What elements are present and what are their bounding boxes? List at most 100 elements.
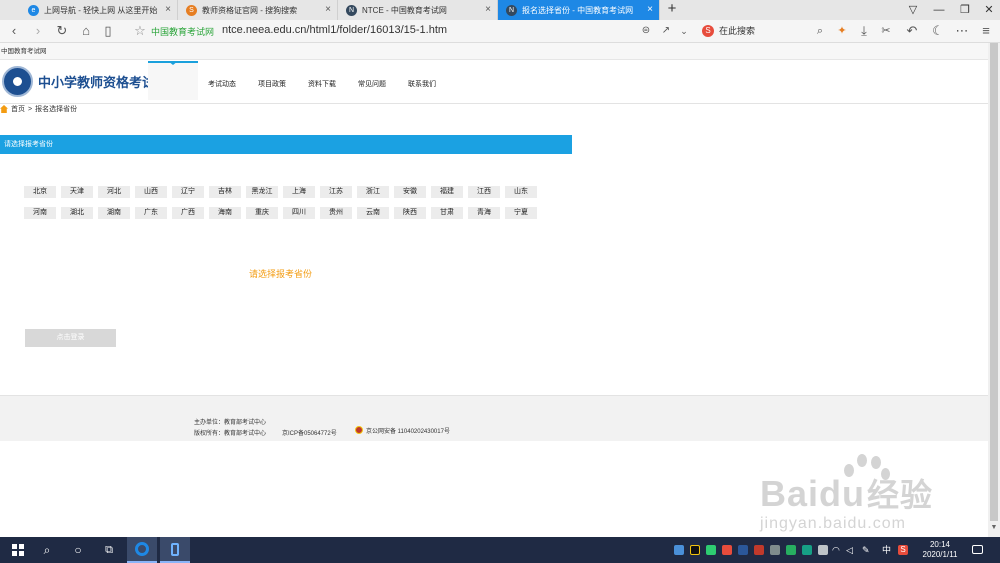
province-button[interactable]: 河南 <box>24 207 56 219</box>
pen-icon[interactable]: ✎ <box>862 545 872 555</box>
nav-news[interactable]: 考试动态 <box>208 79 236 89</box>
province-button[interactable]: 吉林 <box>209 186 241 198</box>
province-button[interactable]: 山东 <box>505 186 537 198</box>
province-button[interactable]: 安徽 <box>394 186 426 198</box>
clock[interactable]: 20:14 2020/1/11 <box>918 540 962 560</box>
browser-taskbar-icon[interactable] <box>127 537 157 563</box>
province-button[interactable]: 山西 <box>135 186 167 198</box>
minimize-button[interactable]: — <box>926 0 952 20</box>
notification-icon[interactable] <box>972 545 983 554</box>
site-logo[interactable]: 中小学教师资格考试 <box>2 66 155 97</box>
tab-sogou[interactable]: S 教师资格证官网 - 搜狗搜索 × <box>178 0 338 20</box>
more-icon[interactable]: ⋯ <box>954 23 970 39</box>
nav-contact[interactable]: 联系我们 <box>408 79 436 89</box>
tab-nav[interactable]: e 上网导航 - 轻快上网 从这里开始 × <box>20 0 178 20</box>
phone-taskbar-icon[interactable] <box>160 537 190 563</box>
new-tab-button[interactable]: + <box>664 0 680 20</box>
province-button[interactable]: 福建 <box>431 186 463 198</box>
maximize-button[interactable]: ❐ <box>952 0 978 20</box>
province-button[interactable]: 甘肃 <box>431 207 463 219</box>
nav-downloads[interactable]: 资料下载 <box>308 79 336 89</box>
breadcrumb-home[interactable]: 首页 <box>11 104 25 114</box>
tray-app-icon[interactable] <box>770 545 780 555</box>
login-button[interactable]: 点击登录 <box>25 329 116 347</box>
scroll-down-icon[interactable]: ▼ <box>988 522 1000 534</box>
footer-icp[interactable]: 京ICP备05064772号 <box>282 428 337 437</box>
close-icon[interactable]: × <box>165 4 171 15</box>
scrollbar[interactable]: ▼ <box>988 43 1000 537</box>
scroll-thumb[interactable] <box>990 43 998 521</box>
home-icon[interactable]: ⌂ <box>78 23 94 39</box>
sogou-ime-icon[interactable]: S <box>898 545 908 555</box>
night-mode-icon[interactable]: ☾ <box>930 23 946 39</box>
province-button[interactable]: 湖南 <box>98 207 130 219</box>
tray-app-icon[interactable] <box>818 545 828 555</box>
ime-indicator[interactable]: 中 <box>882 545 892 555</box>
task-view-icon[interactable]: ⧉ <box>93 537 125 563</box>
tray-app-icon[interactable] <box>674 545 684 555</box>
close-icon[interactable]: × <box>325 4 331 15</box>
province-button[interactable]: 四川 <box>283 207 315 219</box>
province-button[interactable]: 江苏 <box>320 186 352 198</box>
refresh-icon[interactable]: ↻ <box>54 23 70 39</box>
province-button[interactable]: 贵州 <box>320 207 352 219</box>
province-button[interactable]: 北京 <box>24 186 56 198</box>
province-button[interactable]: 辽宁 <box>172 186 204 198</box>
url-input[interactable]: ntce.neea.edu.cn/html1/folder/16013/15-1… <box>222 24 447 36</box>
back-icon[interactable]: ‹ <box>6 23 22 39</box>
tab-province[interactable]: N 报名选择省份 - 中国教育考试网 × <box>498 0 660 20</box>
scissors-icon[interactable]: ✂ <box>878 23 894 39</box>
wechat-icon[interactable] <box>706 545 716 555</box>
start-button[interactable] <box>2 537 34 563</box>
qq-icon[interactable] <box>690 545 700 555</box>
province-button[interactable]: 广东 <box>135 207 167 219</box>
tray-app-icon[interactable] <box>722 545 732 555</box>
download-icon[interactable]: ⤓ <box>856 23 872 39</box>
province-button[interactable]: 海南 <box>209 207 241 219</box>
province-button[interactable]: 陕西 <box>394 207 426 219</box>
search-box[interactable]: S 在此搜索 <box>702 24 755 37</box>
close-window-button[interactable]: ✕ <box>976 0 1000 20</box>
close-icon[interactable]: × <box>485 4 491 15</box>
search-input[interactable]: 在此搜索 <box>719 24 755 37</box>
tab-ntce[interactable]: N NTCE - 中国教育考试网 × <box>338 0 498 20</box>
search-icon[interactable]: ⌕ <box>812 23 828 39</box>
chevron-down-icon[interactable]: ⌄ <box>676 23 692 39</box>
close-icon[interactable]: × <box>647 4 653 15</box>
wifi-icon[interactable]: ◠ <box>832 545 842 555</box>
province-header: 请选择报考省份 <box>0 135 572 154</box>
game-icon[interactable]: ✦ <box>834 23 850 39</box>
bookmarks-icon[interactable]: ▯ <box>100 23 116 39</box>
tray-app-icon[interactable] <box>754 545 764 555</box>
star-icon[interactable]: ☆ <box>132 23 148 39</box>
reader-icon[interactable]: ⊜ <box>638 23 654 39</box>
nav-faq[interactable]: 常见问题 <box>358 79 386 89</box>
menu-icon[interactable]: ≡ <box>978 23 994 39</box>
nav-home-tab[interactable] <box>148 61 198 100</box>
volume-icon[interactable]: ◁ <box>846 545 856 555</box>
province-button[interactable]: 重庆 <box>246 207 278 219</box>
nav-policy[interactable]: 项目政策 <box>258 79 286 89</box>
skin-button[interactable]: ▽ <box>900 0 926 20</box>
province-button[interactable]: 浙江 <box>357 186 389 198</box>
search-icon[interactable]: ⌕ <box>31 537 63 563</box>
share-icon[interactable]: ↗ <box>658 23 674 39</box>
tray-app-icon[interactable] <box>802 545 812 555</box>
province-button[interactable]: 河北 <box>98 186 130 198</box>
province-button[interactable]: 黑龙江 <box>246 186 278 198</box>
province-button[interactable]: 宁夏 <box>505 207 537 219</box>
forward-icon[interactable]: › <box>30 23 46 39</box>
footer-police[interactable]: 京公网安备 11040202430017号 <box>366 426 450 435</box>
word-icon[interactable] <box>738 545 748 555</box>
province-button[interactable]: 广西 <box>172 207 204 219</box>
province-button[interactable]: 湖北 <box>61 207 93 219</box>
province-button[interactable]: 青海 <box>468 207 500 219</box>
province-button[interactable]: 上海 <box>283 186 315 198</box>
province-button[interactable]: 天津 <box>61 186 93 198</box>
nvidia-icon[interactable] <box>786 545 796 555</box>
cortana-icon[interactable]: ○ <box>62 537 94 563</box>
undo-icon[interactable]: ↶ <box>904 23 920 39</box>
home-icon <box>0 105 8 113</box>
province-button[interactable]: 江西 <box>468 186 500 198</box>
province-button[interactable]: 云南 <box>357 207 389 219</box>
